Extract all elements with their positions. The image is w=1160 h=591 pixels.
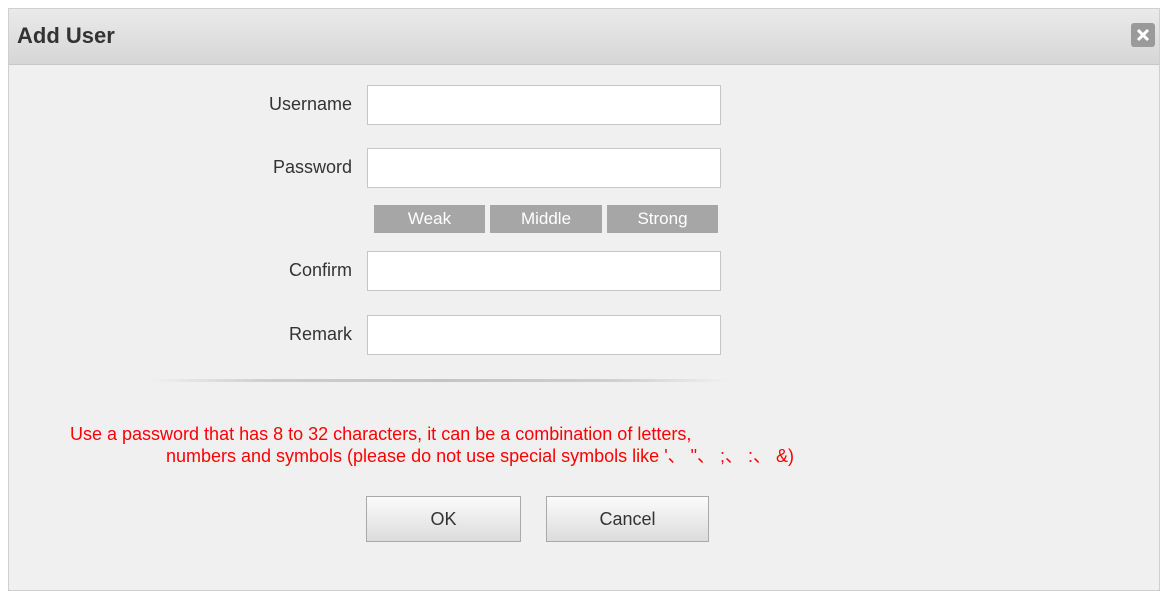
confirm-row: Confirm — [9, 251, 1159, 291]
strength-middle: Middle — [490, 205, 602, 233]
strength-strong: Strong — [607, 205, 718, 233]
password-label: Password — [272, 157, 352, 177]
remark-field[interactable] — [367, 315, 721, 355]
username-row: Username — [9, 85, 1159, 125]
remark-row: Remark — [9, 315, 1159, 355]
confirm-label: Confirm — [288, 260, 352, 280]
password-row: Password — [9, 148, 1159, 188]
username-label: Username — [268, 94, 352, 114]
add-user-dialog: Add User Username Password Weak Middle S… — [8, 8, 1160, 591]
dialog-title: Add User — [17, 23, 115, 48]
strength-weak: Weak — [374, 205, 485, 233]
ok-button[interactable]: OK — [366, 496, 521, 542]
dialog-body: Username Password Weak Middle Strong Con… — [9, 65, 1159, 590]
confirm-field[interactable] — [367, 251, 721, 291]
username-field[interactable] — [367, 85, 721, 125]
divider — [149, 379, 729, 382]
password-hint-line1: Use a password that has 8 to 32 characte… — [70, 424, 692, 444]
password-hint-line2: numbers and symbols (please do not use s… — [165, 446, 795, 466]
password-field[interactable] — [367, 148, 721, 188]
dialog-titlebar: Add User — [9, 9, 1159, 65]
remark-label: Remark — [288, 324, 352, 344]
close-icon[interactable] — [1131, 23, 1155, 47]
cancel-button[interactable]: Cancel — [546, 496, 709, 542]
